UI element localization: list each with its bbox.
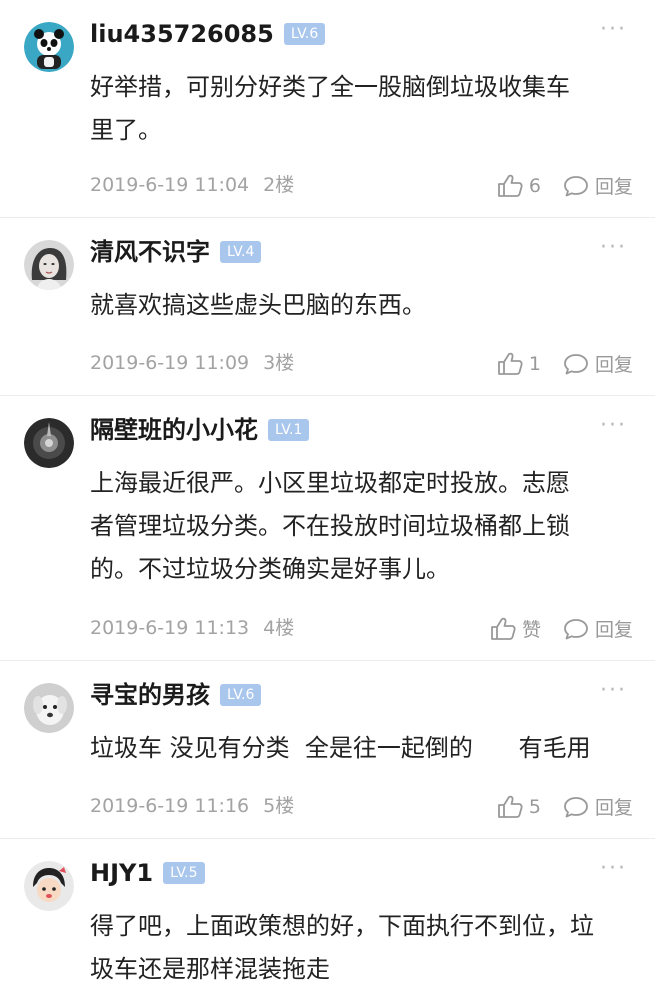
level-badge: LV.6 — [283, 23, 326, 45]
chat-bubble-icon — [564, 796, 588, 817]
comment-item: HJY1 LV.5 ··· 得了吧，上面政策想的好，下面执行不到位，垃 圾车还是… — [0, 839, 655, 1000]
floor-number: 5楼 — [263, 795, 295, 817]
comment-meta: 2019-6-19 11:16 5楼 — [90, 791, 294, 818]
like-button[interactable]: 5 — [497, 795, 541, 819]
comment-item: 清风不识字 LV.4 ··· 就喜欢搞这些虚头巴脑的东西。 2019-6-19 … — [0, 218, 655, 396]
chat-bubble-icon — [564, 353, 588, 374]
comment-text: 得了吧，上面政策想的好，下面执行不到位，垃 圾车还是那样混装拖走 — [90, 912, 594, 983]
chat-bubble-icon — [564, 175, 588, 196]
chat-bubble-icon — [564, 618, 588, 639]
reply-label: 回复 — [594, 619, 633, 641]
comment-meta: 2019-6-19 11:09 3楼 — [90, 348, 294, 375]
thumbs-up-icon — [497, 795, 523, 818]
username[interactable]: liu435726085 LV.6 — [90, 14, 326, 54]
username-text[interactable]: HJY1 — [90, 853, 153, 893]
floor-number: 2楼 — [263, 174, 295, 196]
thumbs-up-icon — [497, 174, 523, 197]
timestamp: 2019-6-19 11:04 — [90, 174, 250, 196]
level-badge: LV.6 — [220, 684, 262, 706]
like-button[interactable]: 赞 — [490, 615, 541, 642]
like-button[interactable]: 1 — [497, 352, 541, 376]
thumbs-up-icon — [491, 617, 516, 640]
floor-number: 4楼 — [263, 617, 295, 639]
reply-button[interactable]: 回复 — [563, 172, 633, 199]
cartoon-girl-avatar-icon — [24, 861, 74, 911]
comment-meta: 2019-6-19 11:13 4楼 — [90, 613, 294, 640]
avatar[interactable] — [24, 22, 74, 72]
username-text[interactable]: 隔壁班的小小花 — [90, 410, 258, 450]
dog-avatar-icon — [24, 683, 74, 733]
reply-button[interactable]: 回复 — [563, 793, 633, 820]
avatar[interactable] — [24, 683, 74, 733]
panda-avatar-icon — [24, 22, 74, 72]
comment-actions: 赞 回复 — [490, 615, 633, 642]
level-badge: LV.5 — [163, 862, 205, 884]
dark-photo-avatar-icon — [24, 418, 74, 468]
more-options-icon[interactable]: ··· — [600, 858, 627, 880]
timestamp: 2019-6-19 11:16 — [90, 795, 250, 817]
comment-item: liu435726085 LV.6 ··· 好举措，可别分好类了全一股脑倒垃圾收… — [0, 0, 655, 218]
reply-label: 回复 — [594, 797, 633, 819]
username[interactable]: 寻宝的男孩 LV.6 — [90, 675, 262, 715]
more-options-icon[interactable]: ··· — [600, 19, 627, 41]
like-count: 1 — [528, 352, 541, 375]
username-text[interactable]: 寻宝的男孩 — [90, 675, 210, 715]
comment-actions: 6 回复 — [497, 172, 633, 199]
comment-text: 垃圾车 没见有分类 全是往一起倒的 有毛用 — [90, 734, 591, 762]
like-button[interactable]: 6 — [497, 174, 541, 198]
more-options-icon[interactable]: ··· — [600, 237, 627, 259]
girl-portrait-avatar-icon — [24, 240, 74, 290]
more-options-icon[interactable]: ··· — [600, 415, 627, 437]
username-text[interactable]: liu435726085 — [90, 14, 274, 54]
comment-actions: 5 回复 — [497, 793, 633, 820]
like-label: 赞 — [521, 619, 541, 641]
floor-number: 3楼 — [263, 352, 295, 374]
username[interactable]: HJY1 LV.5 — [90, 853, 205, 893]
reply-button[interactable]: 回复 — [563, 615, 633, 642]
comment-text: 上海最近很严。小区里垃圾都定时投放。志愿 者管理垃圾分类。不在投放时间垃圾桶都上… — [90, 469, 570, 583]
avatar[interactable] — [24, 418, 74, 468]
reply-label: 回复 — [594, 354, 633, 376]
timestamp: 2019-6-19 11:13 — [90, 617, 250, 639]
like-count: 5 — [528, 795, 541, 818]
comment-meta: 2019-6-19 11:04 2楼 — [90, 170, 294, 197]
username[interactable]: 清风不识字 LV.4 — [90, 232, 262, 272]
timestamp: 2019-6-19 11:09 — [90, 352, 250, 374]
comment-item: 寻宝的男孩 LV.6 ··· 垃圾车 没见有分类 全是往一起倒的 有毛用 201… — [0, 661, 655, 839]
comment-text: 就喜欢搞这些虚头巴脑的东西。 — [90, 291, 426, 319]
avatar[interactable] — [24, 861, 74, 911]
comment-text: 好举措，可别分好类了全一股脑倒垃圾收集车 里了。 — [90, 73, 570, 144]
username-text[interactable]: 清风不识字 — [90, 232, 210, 272]
level-badge: LV.1 — [268, 419, 310, 441]
avatar[interactable] — [24, 240, 74, 290]
like-count: 6 — [528, 174, 541, 197]
thumbs-up-icon — [497, 352, 523, 375]
comment-actions: 1 回复 — [497, 350, 633, 377]
reply-label: 回复 — [594, 176, 633, 198]
comment-item: 隔壁班的小小花 LV.1 ··· 上海最近很严。小区里垃圾都定时投放。志愿 者管… — [0, 396, 655, 661]
level-badge: LV.4 — [220, 241, 262, 263]
username[interactable]: 隔壁班的小小花 LV.1 — [90, 410, 310, 450]
more-options-icon[interactable]: ··· — [600, 680, 627, 702]
reply-button[interactable]: 回复 — [563, 350, 633, 377]
